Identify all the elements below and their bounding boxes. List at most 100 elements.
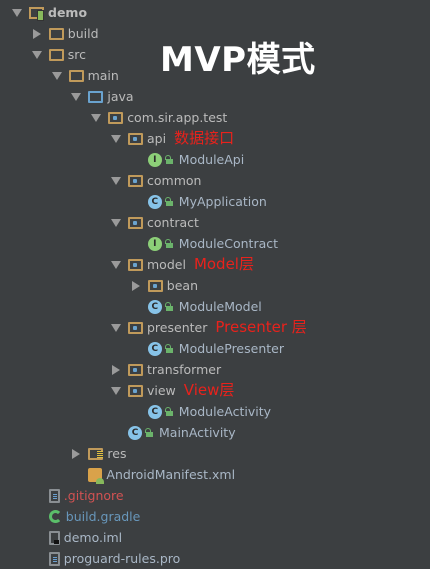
public-access-icon <box>164 407 173 416</box>
chevron-down-icon[interactable] <box>110 133 122 145</box>
text-file-icon <box>48 551 60 566</box>
folder-icon <box>68 70 84 82</box>
tree-item-label: res <box>107 446 127 461</box>
tree-item-modulemodel[interactable]: C ModuleModel <box>147 296 262 317</box>
chevron-down-icon[interactable] <box>11 7 23 19</box>
chevron-down-icon[interactable] <box>110 385 122 397</box>
tree-item-build-gradle[interactable]: build.gradle <box>48 506 140 527</box>
tree-item-api[interactable]: api 数据接口 <box>110 128 234 149</box>
tree-item-main[interactable]: main <box>51 65 119 86</box>
tree-item-label: java <box>107 89 134 104</box>
package-icon <box>128 322 143 334</box>
class-icon: C <box>147 404 162 419</box>
tree-item-modulepresenter[interactable]: C ModulePresenter <box>147 338 284 359</box>
module-icon <box>29 6 44 21</box>
class-icon: C <box>147 194 162 209</box>
tree-item-demo[interactable]: demo <box>11 2 87 23</box>
package-icon <box>128 364 143 376</box>
chevron-right-icon[interactable] <box>31 28 43 40</box>
package-icon <box>128 385 143 397</box>
tree-item-model[interactable]: model Model层 <box>110 254 254 275</box>
chevron-down-icon[interactable] <box>31 49 43 61</box>
chevron-down-icon[interactable] <box>70 91 82 103</box>
tree-item-java[interactable]: java <box>70 86 134 107</box>
chevron-right-icon[interactable] <box>70 448 82 460</box>
tree-item-label: api <box>147 131 167 146</box>
chevron-right-icon[interactable] <box>110 364 122 376</box>
source-folder-icon <box>88 91 104 103</box>
tree-item-androidmanifest-xml[interactable]: AndroidManifest.xml <box>88 464 235 485</box>
tree-item-label: contract <box>147 215 199 230</box>
tree-item-modulecontract[interactable]: I ModuleContract <box>147 233 279 254</box>
chevron-down-icon[interactable] <box>110 217 122 229</box>
public-access-icon <box>164 155 173 164</box>
tree-item-contract[interactable]: contract <box>110 212 199 233</box>
tree-item-label: bean <box>166 278 199 293</box>
tree-item-view[interactable]: view View层 <box>110 380 234 401</box>
chevron-down-icon[interactable] <box>51 70 63 82</box>
interface-icon: I <box>147 152 162 167</box>
package-icon <box>128 259 143 271</box>
overlay-title: MVP模式 <box>160 40 316 80</box>
chevron-right-icon[interactable] <box>130 280 142 292</box>
folder-icon <box>48 28 64 40</box>
tree-item-gitignore[interactable]: .gitignore <box>48 485 124 506</box>
class-icon: C <box>147 299 162 314</box>
public-access-icon <box>164 302 173 311</box>
tree-item-label: ModulePresenter <box>178 341 284 356</box>
tree-item-moduleactivity[interactable]: C ModuleActivity <box>147 401 271 422</box>
annotation-label: Presenter 层 <box>215 318 307 336</box>
tree-item-label: transformer <box>147 362 222 377</box>
tree-item-label: AndroidManifest.xml <box>106 467 236 482</box>
chevron-down-icon[interactable] <box>110 259 122 271</box>
tree-item-label: demo <box>48 5 88 20</box>
chevron-down-icon[interactable] <box>110 322 122 334</box>
tree-item-mainactivity[interactable]: C MainActivity <box>128 422 236 443</box>
public-access-icon <box>145 428 153 437</box>
class-icon: C <box>128 425 142 440</box>
interface-icon: I <box>147 236 162 251</box>
tree-item-demo-iml[interactable]: demo.iml <box>48 527 122 548</box>
tree-item-label: main <box>87 68 119 83</box>
tree-item-label: MyApplication <box>178 194 267 209</box>
tree-item-label: src <box>67 47 87 62</box>
chevron-down-icon[interactable] <box>110 175 122 187</box>
package-icon <box>108 112 124 124</box>
tree-item-label: ModuleContract <box>178 236 279 251</box>
tree-item-moduleapi[interactable]: I ModuleApi <box>147 149 245 170</box>
iml-file-icon <box>48 530 60 545</box>
tree-item-label: model <box>147 257 186 272</box>
annotation-label: 数据接口 <box>174 129 235 147</box>
tree-item-label: ModuleActivity <box>178 404 271 419</box>
tree-item-label: view <box>147 383 176 398</box>
tree-item-bean[interactable]: bean <box>130 275 198 296</box>
tree-item-proguard-rules-pro[interactable]: proguard-rules.pro <box>48 548 180 569</box>
tree-item-build[interactable]: build <box>31 23 99 44</box>
tree-item-myapplication[interactable]: C MyApplication <box>147 191 267 212</box>
tree-item-res[interactable]: res <box>70 443 126 464</box>
tree-item-transformer[interactable]: transformer <box>110 359 221 380</box>
folder-icon <box>48 49 64 61</box>
tree-item-src[interactable]: src <box>31 44 86 65</box>
tree-item-common[interactable]: common <box>110 170 201 191</box>
gradle-icon <box>48 510 62 523</box>
package-icon <box>128 217 143 229</box>
tree-item-label: .gitignore <box>63 488 124 503</box>
class-icon: C <box>147 341 162 356</box>
tree-item-label: MainActivity <box>159 425 236 440</box>
public-access-icon <box>164 344 173 353</box>
public-access-icon <box>164 239 173 248</box>
resource-folder-icon <box>88 448 104 460</box>
package-icon <box>128 133 143 145</box>
chevron-down-icon[interactable] <box>90 112 102 124</box>
manifest-icon <box>88 467 105 484</box>
tree-item-presenter[interactable]: presenter Presenter 层 <box>110 317 307 338</box>
tree-item-label: ModuleModel <box>178 299 262 314</box>
annotation-label: View层 <box>183 381 235 399</box>
tree-item-label: com.sir.app.test <box>127 110 228 125</box>
tree-item-label: presenter <box>147 320 208 335</box>
annotation-label: Model层 <box>193 255 254 273</box>
tree-item-label: common <box>147 173 202 188</box>
tree-item-com-sir-app-test[interactable]: com.sir.app.test <box>90 107 227 128</box>
tree-item-label: ModuleApi <box>178 152 245 167</box>
